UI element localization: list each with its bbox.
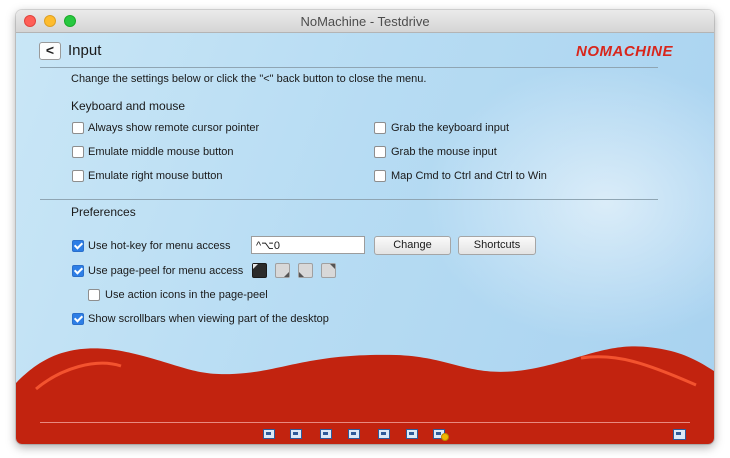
resize-remote-icon[interactable] xyxy=(406,429,418,439)
red-wave-background xyxy=(16,346,714,444)
window-title: NoMachine - Testdrive xyxy=(300,14,430,29)
fullscreen-icon[interactable] xyxy=(378,429,390,439)
display-window-icon[interactable] xyxy=(290,429,302,439)
monitor-settings-icon[interactable] xyxy=(673,429,686,440)
toolbar-divider xyxy=(40,422,690,423)
settings-panel: < Input NOMACHINE Change the settings be… xyxy=(16,33,714,444)
display-viewport-icon[interactable] xyxy=(320,429,332,439)
display-scale-icon[interactable] xyxy=(348,429,360,439)
app-window: NoMachine - Testdrive < Input NOMACHINE … xyxy=(16,10,714,444)
display-settings-icon[interactable] xyxy=(433,429,449,441)
title-bar: NoMachine - Testdrive xyxy=(16,10,714,33)
display-fit-icon[interactable] xyxy=(263,429,275,439)
